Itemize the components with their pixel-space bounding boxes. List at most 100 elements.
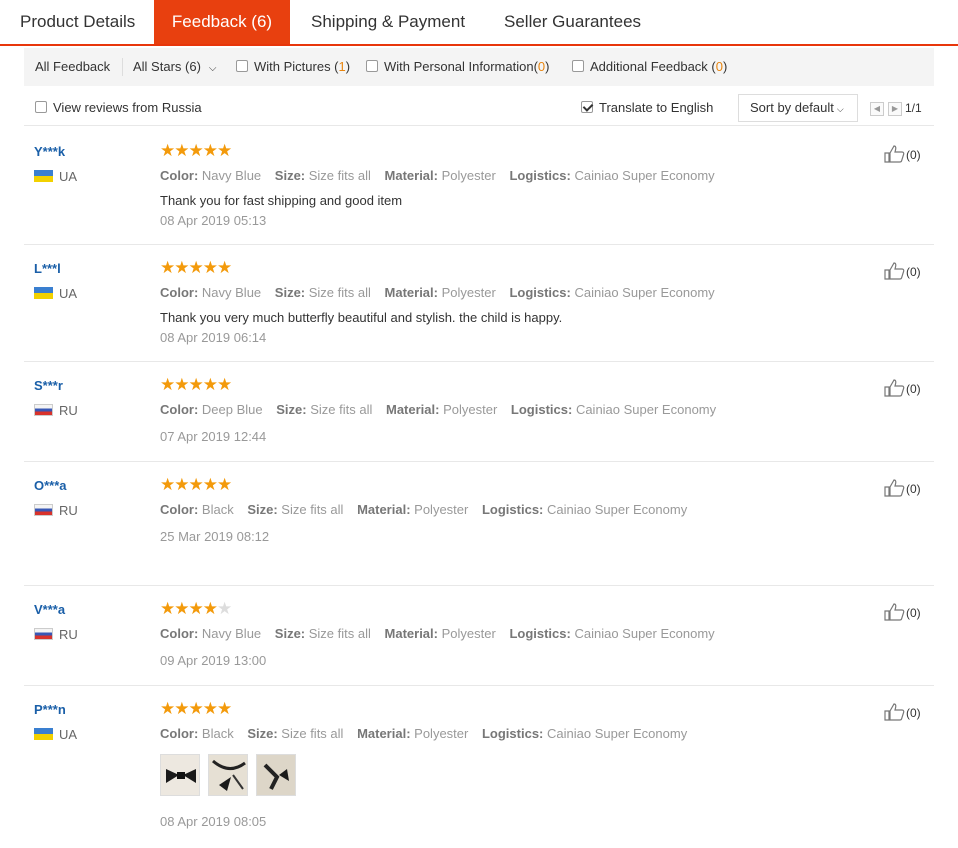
with-personal-info-filter[interactable]: With Personal Information(0): [366, 48, 549, 86]
additional-feedback-filter[interactable]: Additional Feedback (0): [572, 48, 727, 86]
helpful-button[interactable]: (0): [884, 703, 921, 721]
with-personal-info-checkbox[interactable]: [366, 60, 378, 72]
review-photo-thumbnail[interactable]: [256, 754, 296, 796]
all-feedback-filter[interactable]: All Feedback: [35, 48, 110, 86]
russia-flag-icon: [34, 504, 53, 516]
helpful-count: (0): [906, 382, 921, 396]
review-date: 08 Apr 2019 08:05: [160, 814, 267, 829]
size-value: Size fits all: [310, 402, 373, 417]
logistics-key: Logistics:: [509, 285, 571, 300]
tab-shipping-payment[interactable]: Shipping & Payment: [311, 0, 465, 44]
material-key: Material:: [384, 168, 438, 183]
view-russia-checkbox[interactable]: [35, 101, 47, 113]
color-key: Color:: [160, 168, 199, 183]
reviewer-country: UA: [34, 287, 77, 301]
reviewer-name[interactable]: V***a: [34, 602, 65, 617]
material-value: Polyester: [441, 168, 496, 183]
review-photo-thumbnail[interactable]: [160, 754, 200, 796]
translate-option[interactable]: Translate to English: [581, 92, 713, 124]
helpful-button[interactable]: (0): [884, 379, 921, 397]
star-icon: ★: [202, 258, 218, 277]
additional-feedback-checkbox[interactable]: [572, 60, 584, 72]
reviewer-name[interactable]: P***n: [34, 702, 66, 717]
bow-tie-photo: [161, 755, 199, 795]
star-icon: ★: [160, 141, 175, 160]
review-text: Thank you for fast shipping and good ite…: [160, 193, 403, 208]
reviewer-country: RU: [34, 504, 78, 518]
size-key: Size:: [247, 502, 278, 517]
color-value: Black: [201, 502, 234, 517]
russia-flag-icon: [34, 628, 53, 640]
material-value: Polyester: [443, 402, 498, 417]
star-icon: ★: [160, 258, 175, 277]
review-attributes: Color: Black Size: Size fits all Materia…: [160, 726, 697, 741]
feedback-filter-bar: All Feedback All Stars (6) ⌵ With Picture…: [24, 48, 934, 86]
all-stars-label: All Stars (6): [133, 59, 201, 74]
size-key: Size:: [274, 168, 306, 183]
page-indicator: 1/1: [905, 101, 922, 115]
thumbs-up-icon: [884, 603, 905, 621]
size-key: Size:: [274, 626, 306, 641]
helpful-button[interactable]: (0): [884, 145, 921, 163]
logistics-key: Logistics:: [481, 502, 544, 517]
size-value: Size fits all: [308, 626, 371, 641]
reviewer-country: UA: [34, 728, 77, 742]
review-text: Thank you very much butterfly beautiful …: [160, 310, 563, 325]
material-key: Material:: [357, 726, 411, 741]
tab-seller-guarantees[interactable]: Seller Guarantees: [504, 0, 641, 44]
tab-feedback[interactable]: Feedback (6): [154, 0, 290, 44]
review-photo-thumbnail[interactable]: [208, 754, 248, 796]
logistics-key: Logistics:: [481, 726, 544, 741]
material-key: Material:: [385, 402, 440, 417]
reviewer-name[interactable]: Y***k: [34, 144, 65, 159]
chevron-down-icon: ⌵: [836, 104, 844, 114]
color-value: Navy Blue: [201, 168, 262, 183]
sort-dropdown[interactable]: Sort by default ⌵: [738, 94, 858, 122]
color-value: Deep Blue: [201, 402, 263, 417]
star-icon: ★: [160, 699, 175, 718]
color-key: Color:: [160, 726, 199, 741]
review-item: V***a RU ★★★★★ Color: Navy Blue Size: Si…: [24, 586, 934, 686]
size-key: Size:: [247, 726, 278, 741]
star-rating: ★★★★★: [160, 258, 232, 277]
star-icon: ★: [188, 375, 204, 394]
additional-feedback-count: 0: [715, 59, 723, 74]
color-key: Color:: [160, 285, 199, 300]
view-russia-option[interactable]: View reviews from Russia: [35, 92, 202, 124]
all-stars-dropdown[interactable]: All Stars (6) ⌵: [133, 48, 217, 86]
with-pictures-checkbox[interactable]: [236, 60, 248, 72]
star-icon: ★: [217, 375, 232, 394]
review-attributes: Color: Black Size: Size fits all Materia…: [160, 502, 697, 517]
divider: [122, 58, 123, 76]
review-date: 08 Apr 2019 05:13: [160, 213, 267, 228]
size-key: Size:: [274, 285, 306, 300]
star-icon: ★: [174, 475, 189, 494]
star-icon: ★: [174, 141, 189, 160]
country-code: UA: [59, 286, 78, 301]
bow-tie-photo: [257, 755, 295, 795]
star-rating: ★★★★★: [160, 600, 232, 618]
with-pictures-filter[interactable]: With Pictures (1): [236, 48, 350, 86]
prev-page-button[interactable]: ◀: [870, 102, 884, 116]
size-value: Size fits all: [281, 726, 344, 741]
helpful-count: (0): [906, 148, 921, 162]
next-page-button[interactable]: ▶: [888, 102, 902, 116]
reviewer-name[interactable]: L***l: [34, 261, 61, 276]
helpful-button[interactable]: (0): [884, 603, 921, 621]
review-attributes: Color: Navy Blue Size: Size fits all Mat…: [160, 168, 725, 183]
reviewer-name[interactable]: O***a: [34, 478, 67, 493]
star-icon: ★: [188, 141, 204, 160]
logistics-value: Cainiao Super Economy: [575, 402, 717, 417]
size-value: Size fits all: [281, 502, 344, 517]
reviewer-country: RU: [34, 404, 78, 418]
helpful-button[interactable]: (0): [884, 262, 921, 280]
tab-product-details[interactable]: Product Details: [20, 0, 135, 44]
logistics-value: Cainiao Super Economy: [547, 502, 688, 517]
helpful-button[interactable]: (0): [884, 479, 921, 497]
close-paren: ): [545, 59, 550, 74]
review-date: 25 Mar 2019 08:12: [160, 529, 270, 544]
star-icon: ★: [202, 699, 218, 718]
reviewer-name[interactable]: S***r: [34, 378, 63, 393]
with-pictures-label: With Pictures (: [254, 59, 339, 74]
translate-checkbox[interactable]: [581, 101, 593, 113]
